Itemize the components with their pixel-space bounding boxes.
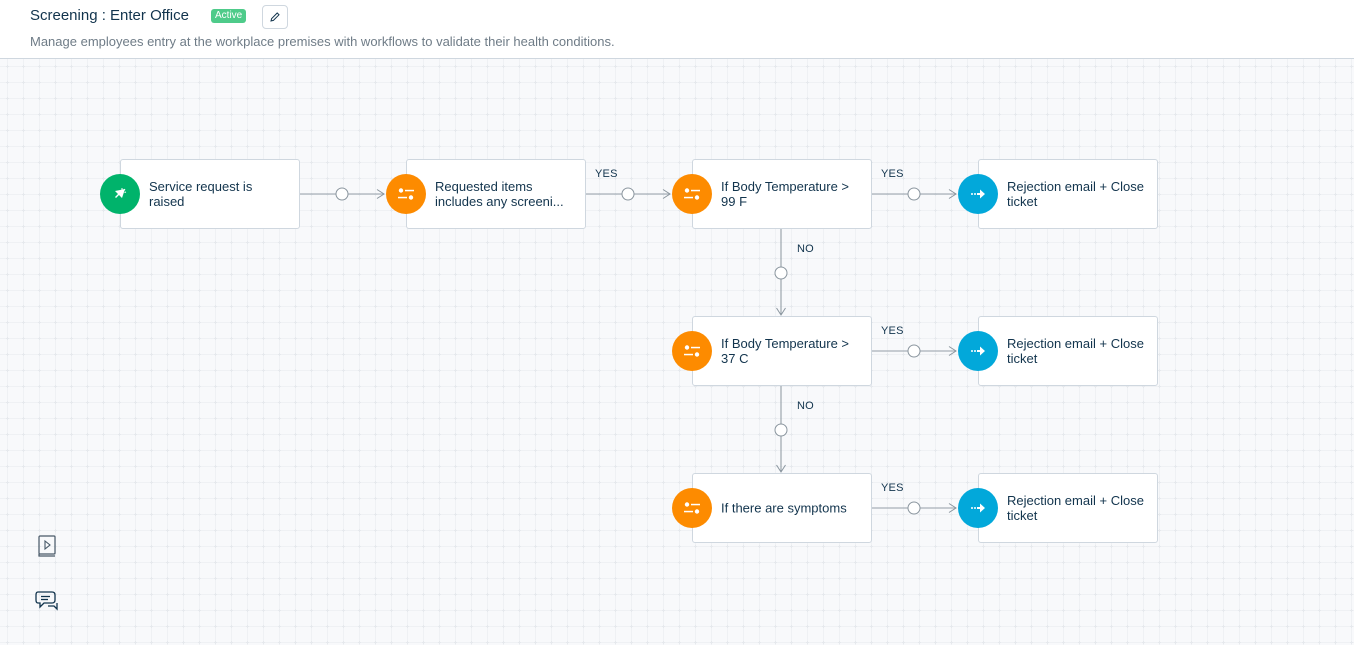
play-book-icon [38, 535, 56, 557]
status-badge: Active [211, 9, 247, 23]
arrow-right-icon [958, 174, 998, 214]
node-trigger[interactable]: Service request is raised [100, 159, 300, 229]
node-action[interactable]: Rejection email + Close ticket [958, 316, 1158, 386]
node-label: Rejection email + Close ticket [1007, 336, 1144, 366]
sliders-icon [672, 331, 712, 371]
edge-label-no: NO [797, 400, 814, 412]
arrow-right-icon [958, 488, 998, 528]
node-label: Requested items includes any screeni... [435, 179, 564, 209]
edge-label-no: NO [797, 243, 814, 255]
add-step-handle[interactable] [774, 266, 788, 280]
add-step-handle[interactable] [907, 187, 921, 201]
edit-button[interactable] [262, 5, 288, 29]
cursor-click-icon [100, 174, 140, 214]
sliders-icon [672, 174, 712, 214]
video-guide-button[interactable] [33, 532, 61, 560]
node-action[interactable]: Rejection email + Close ticket [958, 473, 1158, 543]
add-step-handle[interactable] [907, 344, 921, 358]
add-step-handle[interactable] [907, 501, 921, 515]
node-action[interactable]: Rejection email + Close ticket [958, 159, 1158, 229]
add-step-handle[interactable] [335, 187, 349, 201]
edge-label-yes: YES [881, 482, 904, 494]
node-condition[interactable]: If Body Temperature > 37 C [672, 316, 872, 386]
node-label: If there are symptoms [721, 500, 847, 516]
page-title: Screening : Enter Office [30, 7, 189, 24]
sliders-icon [672, 488, 712, 528]
page-description: Manage employees entry at the workplace … [30, 34, 615, 49]
node-condition[interactable]: If there are symptoms [672, 473, 872, 543]
pencil-icon [270, 12, 280, 22]
add-step-handle[interactable] [621, 187, 635, 201]
sliders-icon [386, 174, 426, 214]
edge-label-yes: YES [881, 168, 904, 180]
node-condition[interactable]: Requested items includes any screeni... [386, 159, 586, 229]
node-label: If Body Temperature > 99 F [721, 179, 850, 209]
page-header: Screening : Enter Office Active Manage e… [0, 0, 1354, 59]
node-label: Service request is raised [149, 179, 253, 209]
chat-bubbles-icon [35, 591, 58, 611]
node-label: Rejection email + Close ticket [1007, 493, 1144, 523]
node-label: If Body Temperature > 37 C [721, 336, 850, 366]
node-condition[interactable]: If Body Temperature > 99 F [672, 159, 872, 229]
edge-label-yes: YES [881, 325, 904, 337]
feedback-button[interactable] [33, 587, 61, 615]
edge-label-yes: YES [595, 168, 618, 180]
add-step-handle[interactable] [774, 423, 788, 437]
arrow-right-icon [958, 331, 998, 371]
node-label: Rejection email + Close ticket [1007, 179, 1144, 209]
